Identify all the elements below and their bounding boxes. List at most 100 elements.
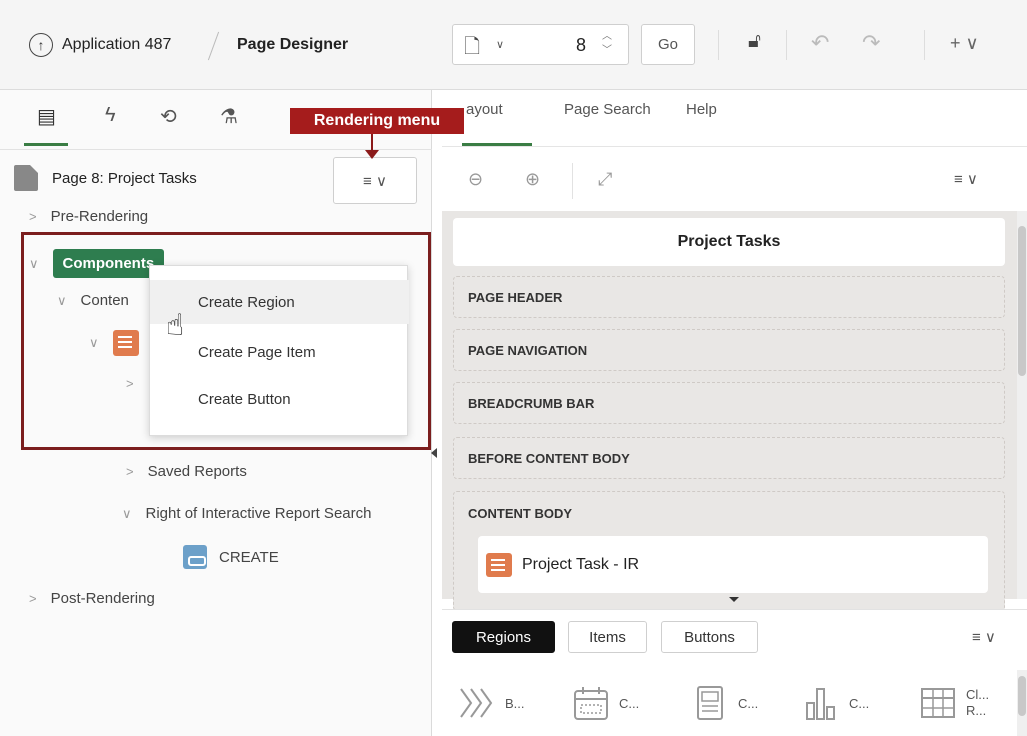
up-arrow-icon[interactable]: ↑ xyxy=(29,33,53,57)
active-tab-indicator xyxy=(24,143,68,146)
tree-node-post-rendering[interactable]: > Post-Rendering xyxy=(29,590,155,607)
rendering-menu-callout: Rendering menu xyxy=(290,108,464,134)
chevron-down-icon[interactable]: ∨ xyxy=(57,293,67,309)
gallery-tab-regions[interactable]: Regions xyxy=(452,621,555,653)
page-number-input[interactable] xyxy=(520,28,590,62)
page-title-bar: Project Tasks xyxy=(453,218,1005,266)
interactive-report-icon xyxy=(486,552,512,577)
hand-pointer-icon: ☝︎ xyxy=(166,309,185,342)
gallery-menu-button[interactable]: ≡ ∨ xyxy=(972,628,996,646)
page-number-stepper[interactable]: ︿ ﹀ xyxy=(597,30,617,60)
gallery-item-label: C... xyxy=(619,695,640,711)
slot-before-content-body[interactable]: BEFORE CONTENT BODY xyxy=(453,437,1005,479)
divider xyxy=(718,30,719,60)
page-title: Page 8: Project Tasks xyxy=(52,169,197,187)
menu-item-create-button[interactable]: Create Button xyxy=(150,377,409,421)
bar-chart-icon xyxy=(806,688,835,720)
redo-icon[interactable]: ↷ xyxy=(862,30,880,56)
table-grid-icon xyxy=(921,688,955,718)
tree-node-project-task-ir[interactable]: ∨ xyxy=(89,330,139,356)
gallery-item-label: Cl... R... xyxy=(966,687,989,719)
page-heading: Page 8: Project Tasks xyxy=(14,165,197,191)
context-menu: Create Region Create Page Item Create Bu… xyxy=(149,265,409,436)
rendering-tab-icon[interactable]: ▤ xyxy=(37,104,56,129)
gallery-item[interactable]: Cl... R... xyxy=(918,683,989,723)
gallery-item-label: C... xyxy=(738,695,759,711)
tab-layout[interactable]: ayout xyxy=(466,101,503,118)
breadcrumb-page-designer: Page Designer xyxy=(237,36,349,53)
tree-node-saved-reports[interactable]: > Saved Reports xyxy=(126,463,247,480)
tab-help[interactable]: Help xyxy=(686,101,717,118)
slot-page-header[interactable]: PAGE HEADER xyxy=(453,276,1005,318)
page-icon[interactable]: 🗋 xyxy=(464,32,480,66)
zoom-in-icon[interactable]: ⊕ xyxy=(525,169,540,190)
tree-node-columns[interactable]: > xyxy=(126,376,148,391)
tree-node-content[interactable]: ∨ Conten xyxy=(57,292,129,309)
expand-icon[interactable]: ⤢ xyxy=(598,169,612,190)
tree-node-right-of-ir-search[interactable]: ∨ Right of Interactive Report Search xyxy=(122,505,371,522)
gallery-tab-buttons[interactable]: Buttons xyxy=(661,621,758,653)
zoom-out-icon[interactable]: ⊖ xyxy=(468,169,483,190)
tabs-divider xyxy=(442,146,1027,147)
region-label: Project Task - IR xyxy=(522,555,640,573)
gallery-item-label-line1: Cl... xyxy=(966,687,990,702)
layout-menu-button[interactable]: ≡ ∨ xyxy=(954,170,978,188)
tree-node-label: Saved Reports xyxy=(147,463,247,480)
active-tab-indicator xyxy=(462,143,532,146)
undo-icon[interactable]: ↶ xyxy=(811,30,829,56)
tree-node-label: Components xyxy=(52,249,165,278)
caret-down-icon xyxy=(729,597,739,602)
tree-node-label: Conten xyxy=(80,292,129,309)
tree-node-components[interactable]: ∨ Components xyxy=(29,249,165,278)
breadcrumb-application[interactable]: Application 487 xyxy=(62,36,171,54)
chevron-right-icon[interactable]: > xyxy=(29,591,37,606)
canvas-scrollbar-thumb[interactable] xyxy=(1018,226,1026,376)
interactive-report-icon xyxy=(112,330,139,356)
slot-page-navigation[interactable]: PAGE NAVIGATION xyxy=(453,329,1005,371)
tree-node-label: Right of Interactive Report Search xyxy=(145,505,372,522)
menu-item-create-page-item[interactable]: Create Page Item xyxy=(150,330,409,374)
tree-node-label: Post-Rendering xyxy=(50,590,155,607)
tree-node-create-button[interactable]: CREATE xyxy=(183,545,279,569)
processing-tab-icon[interactable]: ⟲ xyxy=(160,104,177,129)
gallery-item[interactable]: C... xyxy=(801,683,869,723)
dynamic-actions-tab-icon[interactable]: ϟ xyxy=(105,104,116,127)
breadcrumb-icon xyxy=(460,688,493,718)
button-icon xyxy=(183,545,207,569)
gallery-item-label: C... xyxy=(849,695,870,711)
shared-components-tab-icon[interactable]: ⚗ xyxy=(220,104,238,129)
gallery-scrollbar-thumb[interactable] xyxy=(1018,676,1026,716)
region-project-task-ir[interactable]: Project Task - IR xyxy=(478,536,988,593)
gallery-item-label-line2: R... xyxy=(966,703,987,718)
gallery-item-label: B... xyxy=(505,695,525,711)
slot-label: CONTENT BODY xyxy=(468,506,572,521)
tree-node-pre-rendering[interactable]: > Pre-Rendering xyxy=(29,208,148,225)
go-button[interactable]: Go xyxy=(641,24,695,65)
page-icon xyxy=(14,165,38,191)
tab-page-search[interactable]: Page Search xyxy=(564,101,651,118)
tree-node-label: CREATE xyxy=(219,548,279,566)
lock-icon[interactable]: 🔓︎ xyxy=(748,30,761,53)
chevron-down-icon[interactable]: ∨ xyxy=(122,506,132,522)
chevron-right-icon[interactable]: > xyxy=(29,209,37,224)
rendering-menu-button[interactable]: ≡ ∨ xyxy=(333,157,417,204)
chevron-down-icon[interactable]: ∨ xyxy=(89,335,99,351)
divider xyxy=(924,30,925,60)
gallery-tab-items[interactable]: Items xyxy=(568,621,647,653)
tree-node-label: Pre-Rendering xyxy=(50,208,149,225)
create-menu-button[interactable]: + ∨ xyxy=(950,33,979,54)
chevron-right-icon[interactable]: > xyxy=(126,376,134,391)
gallery-item[interactable]: B... xyxy=(457,683,525,723)
chevron-right-icon[interactable]: > xyxy=(126,464,134,479)
chevron-down-icon[interactable]: ∨ xyxy=(29,256,39,272)
chevron-down-icon[interactable]: ∨ xyxy=(496,38,504,51)
card-icon xyxy=(697,686,723,720)
callout-arrow-icon xyxy=(365,150,379,159)
divider xyxy=(786,30,787,60)
slot-breadcrumb-bar[interactable]: BREADCRUMB BAR xyxy=(453,382,1005,424)
collapse-pane-icon[interactable] xyxy=(431,448,437,458)
gallery-item[interactable]: C... xyxy=(690,683,758,723)
calendar-icon xyxy=(574,687,608,720)
menu-item-create-region[interactable]: Create Region xyxy=(150,280,409,324)
gallery-item[interactable]: C... xyxy=(571,683,639,723)
